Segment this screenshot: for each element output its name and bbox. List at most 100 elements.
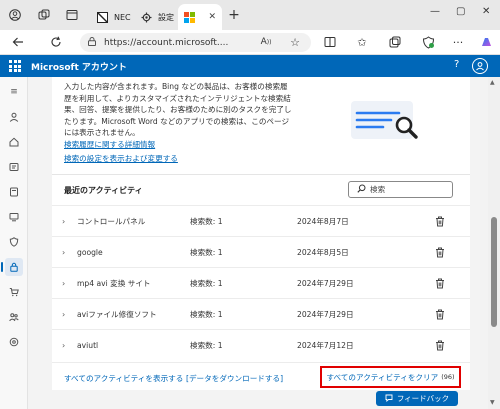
profile-icon[interactable] — [7, 7, 23, 23]
shield-icon[interactable] — [5, 233, 23, 251]
address-bar[interactable]: https://account.microsoft.... — [80, 33, 311, 52]
copilot-icon[interactable] — [478, 34, 494, 50]
tab-settings[interactable]: 設定 — [134, 4, 180, 30]
activity-count: 検索数: 1 — [190, 247, 223, 257]
activity-name: google — [77, 247, 103, 257]
account-avatar-icon[interactable] — [472, 58, 488, 74]
chevron-right-icon[interactable]: › — [62, 310, 65, 319]
close-tab-icon[interactable]: ✕ — [208, 12, 216, 22]
chevron-right-icon[interactable]: › — [62, 248, 65, 257]
privacy-lock-icon[interactable] — [1, 258, 23, 276]
trash-icon[interactable] — [435, 309, 445, 320]
chevron-right-icon[interactable]: › — [62, 217, 65, 226]
clear-all-count: (96) — [441, 373, 455, 381]
tab-title: 設定 — [158, 12, 174, 22]
trash-icon[interactable] — [435, 278, 445, 289]
activity-name: aviファイル修復ソフト — [77, 309, 157, 319]
activity-name: aviutl — [77, 340, 99, 350]
favorites-icon[interactable]: ✩ — [354, 34, 370, 50]
scrollbar-thumb[interactable] — [491, 217, 497, 327]
activity-row[interactable]: › aviutl 検索数: 1 2024年7月12日 — [52, 329, 470, 360]
activity-date: 2024年7月29日 — [297, 278, 354, 288]
app-launcher-icon[interactable] — [9, 60, 21, 72]
nec-favicon-icon — [96, 11, 108, 23]
help-icon[interactable]: ? — [454, 59, 459, 70]
url-text: https://account.microsoft.... — [104, 37, 229, 48]
trash-icon[interactable] — [435, 340, 445, 351]
window-close-icon[interactable]: ✕ — [482, 6, 490, 17]
tab-nec[interactable]: NEC — [90, 4, 137, 30]
clear-all-activity-button[interactable]: すべてのアクティビティをクリア (96) — [320, 366, 461, 388]
activity-row[interactable]: › コントロールパネル 検索数: 1 2024年8月7日 — [52, 205, 470, 236]
intro-line: 果、回答、提案を提供したり、お客様のために別のタスクを完了し — [64, 105, 292, 114]
hamburger-menu-icon[interactable]: ≡ — [5, 83, 23, 101]
page-scrollbar[interactable]: ▲ ▼ — [488, 77, 500, 409]
intro-section: 入力した内容が含まれます。Bing などの製品は、お客様の検索履 歴を利用して、… — [52, 77, 470, 175]
collections-icon[interactable] — [387, 34, 403, 50]
activity-count: 検索数: 1 — [190, 216, 223, 226]
chat-bubble-icon — [385, 394, 393, 404]
activity-row[interactable]: › mp4 avi 変換 サイト 検索数: 1 2024年7月29日 — [52, 267, 470, 298]
location-pin-icon[interactable] — [5, 333, 23, 351]
refresh-icon[interactable] — [48, 34, 64, 50]
intro-line: 歴を利用して、よりカスタマイズされたインテリジェントな検索結 — [64, 93, 291, 103]
chevron-right-icon[interactable]: › — [62, 341, 65, 350]
activity-count: 検索数: 1 — [190, 309, 223, 319]
devices-icon[interactable] — [5, 208, 23, 226]
trash-icon[interactable] — [435, 247, 445, 258]
minimize-icon[interactable]: — — [430, 6, 440, 17]
feedback-button[interactable]: フィードバック — [376, 391, 458, 406]
download-data-link[interactable]: [データをダウンロードする] — [186, 373, 283, 384]
app-header: Microsoft アカウント ? — [0, 55, 500, 77]
show-all-activity-link[interactable]: すべてのアクティビティを表示する — [64, 373, 183, 384]
activity-date: 2024年7月29日 — [297, 309, 354, 319]
tab-title: NEC — [114, 12, 131, 22]
search-illustration — [351, 101, 418, 139]
trash-icon[interactable] — [435, 216, 445, 227]
activity-row[interactable]: › aviファイル修復ソフト 検索数: 1 2024年7月29日 — [52, 298, 470, 329]
shopping-cart-icon[interactable] — [5, 283, 23, 301]
search-icon — [357, 184, 366, 195]
gear-icon — [140, 11, 152, 23]
left-nav-rail: ≡ — [0, 77, 28, 409]
clear-all-label: すべてのアクティビティをクリア — [326, 372, 439, 382]
search-placeholder: 検索 — [370, 185, 386, 194]
more-menu-icon[interactable]: ··· — [450, 34, 466, 50]
activity-date: 2024年8月5日 — [297, 247, 349, 257]
tab-microsoft-account[interactable]: ✕ — [178, 4, 222, 30]
scroll-up-icon[interactable]: ▲ — [490, 79, 495, 86]
feedback-label: フィードバック — [396, 394, 450, 403]
activity-count: 検索数: 1 — [190, 340, 223, 350]
scroll-down-icon[interactable]: ▼ — [490, 399, 495, 406]
person-icon[interactable] — [5, 108, 23, 126]
maximize-icon[interactable]: ▢ — [456, 6, 465, 17]
activity-row[interactable]: › google 検索数: 1 2024年8月5日 — [52, 236, 470, 267]
search-history-details-link[interactable]: 検索履歴に関する詳細情報 — [64, 139, 155, 150]
tab-actions-icon[interactable] — [64, 7, 80, 23]
back-icon[interactable] — [10, 34, 26, 50]
browser-toolbar: https://account.microsoft.... A)) ☆ ✩ ··… — [0, 30, 500, 55]
app-title[interactable]: Microsoft アカウント — [31, 60, 127, 73]
browser-tab-bar: NEC 設定 ✕ + — ▢ ✕ — [0, 0, 500, 30]
recent-activity-title: 最近のアクティビティ — [64, 186, 143, 195]
browser-essentials-icon[interactable] — [420, 34, 436, 50]
split-screen-icon[interactable] — [322, 34, 338, 50]
activity-name: コントロールパネル — [77, 216, 146, 226]
intro-line: 入力した内容が含まれます。Bing などの製品は、お客様の検索履 — [64, 82, 288, 91]
chevron-right-icon[interactable]: › — [62, 279, 65, 288]
favorite-star-icon[interactable]: ☆ — [287, 34, 303, 50]
lock-icon — [88, 36, 96, 49]
activity-count: 検索数: 1 — [190, 278, 223, 288]
search-settings-link[interactable]: 検索の設定を表示および変更する — [64, 153, 178, 164]
workspaces-icon[interactable] — [36, 7, 52, 23]
activity-date: 2024年8月7日 — [297, 216, 349, 226]
new-tab-icon[interactable]: + — [226, 7, 242, 23]
read-aloud-icon[interactable]: A)) — [258, 34, 274, 50]
intro-line: たります。Microsoft Word などのアプリでの検索は、このページ — [64, 116, 290, 126]
activity-search-input[interactable]: 検索 — [348, 181, 453, 198]
family-icon[interactable] — [5, 308, 23, 326]
home-icon[interactable] — [5, 133, 23, 151]
activity-name: mp4 avi 変換 サイト — [77, 278, 151, 288]
info-card-icon[interactable] — [5, 158, 23, 176]
subscriptions-icon[interactable] — [5, 183, 23, 201]
